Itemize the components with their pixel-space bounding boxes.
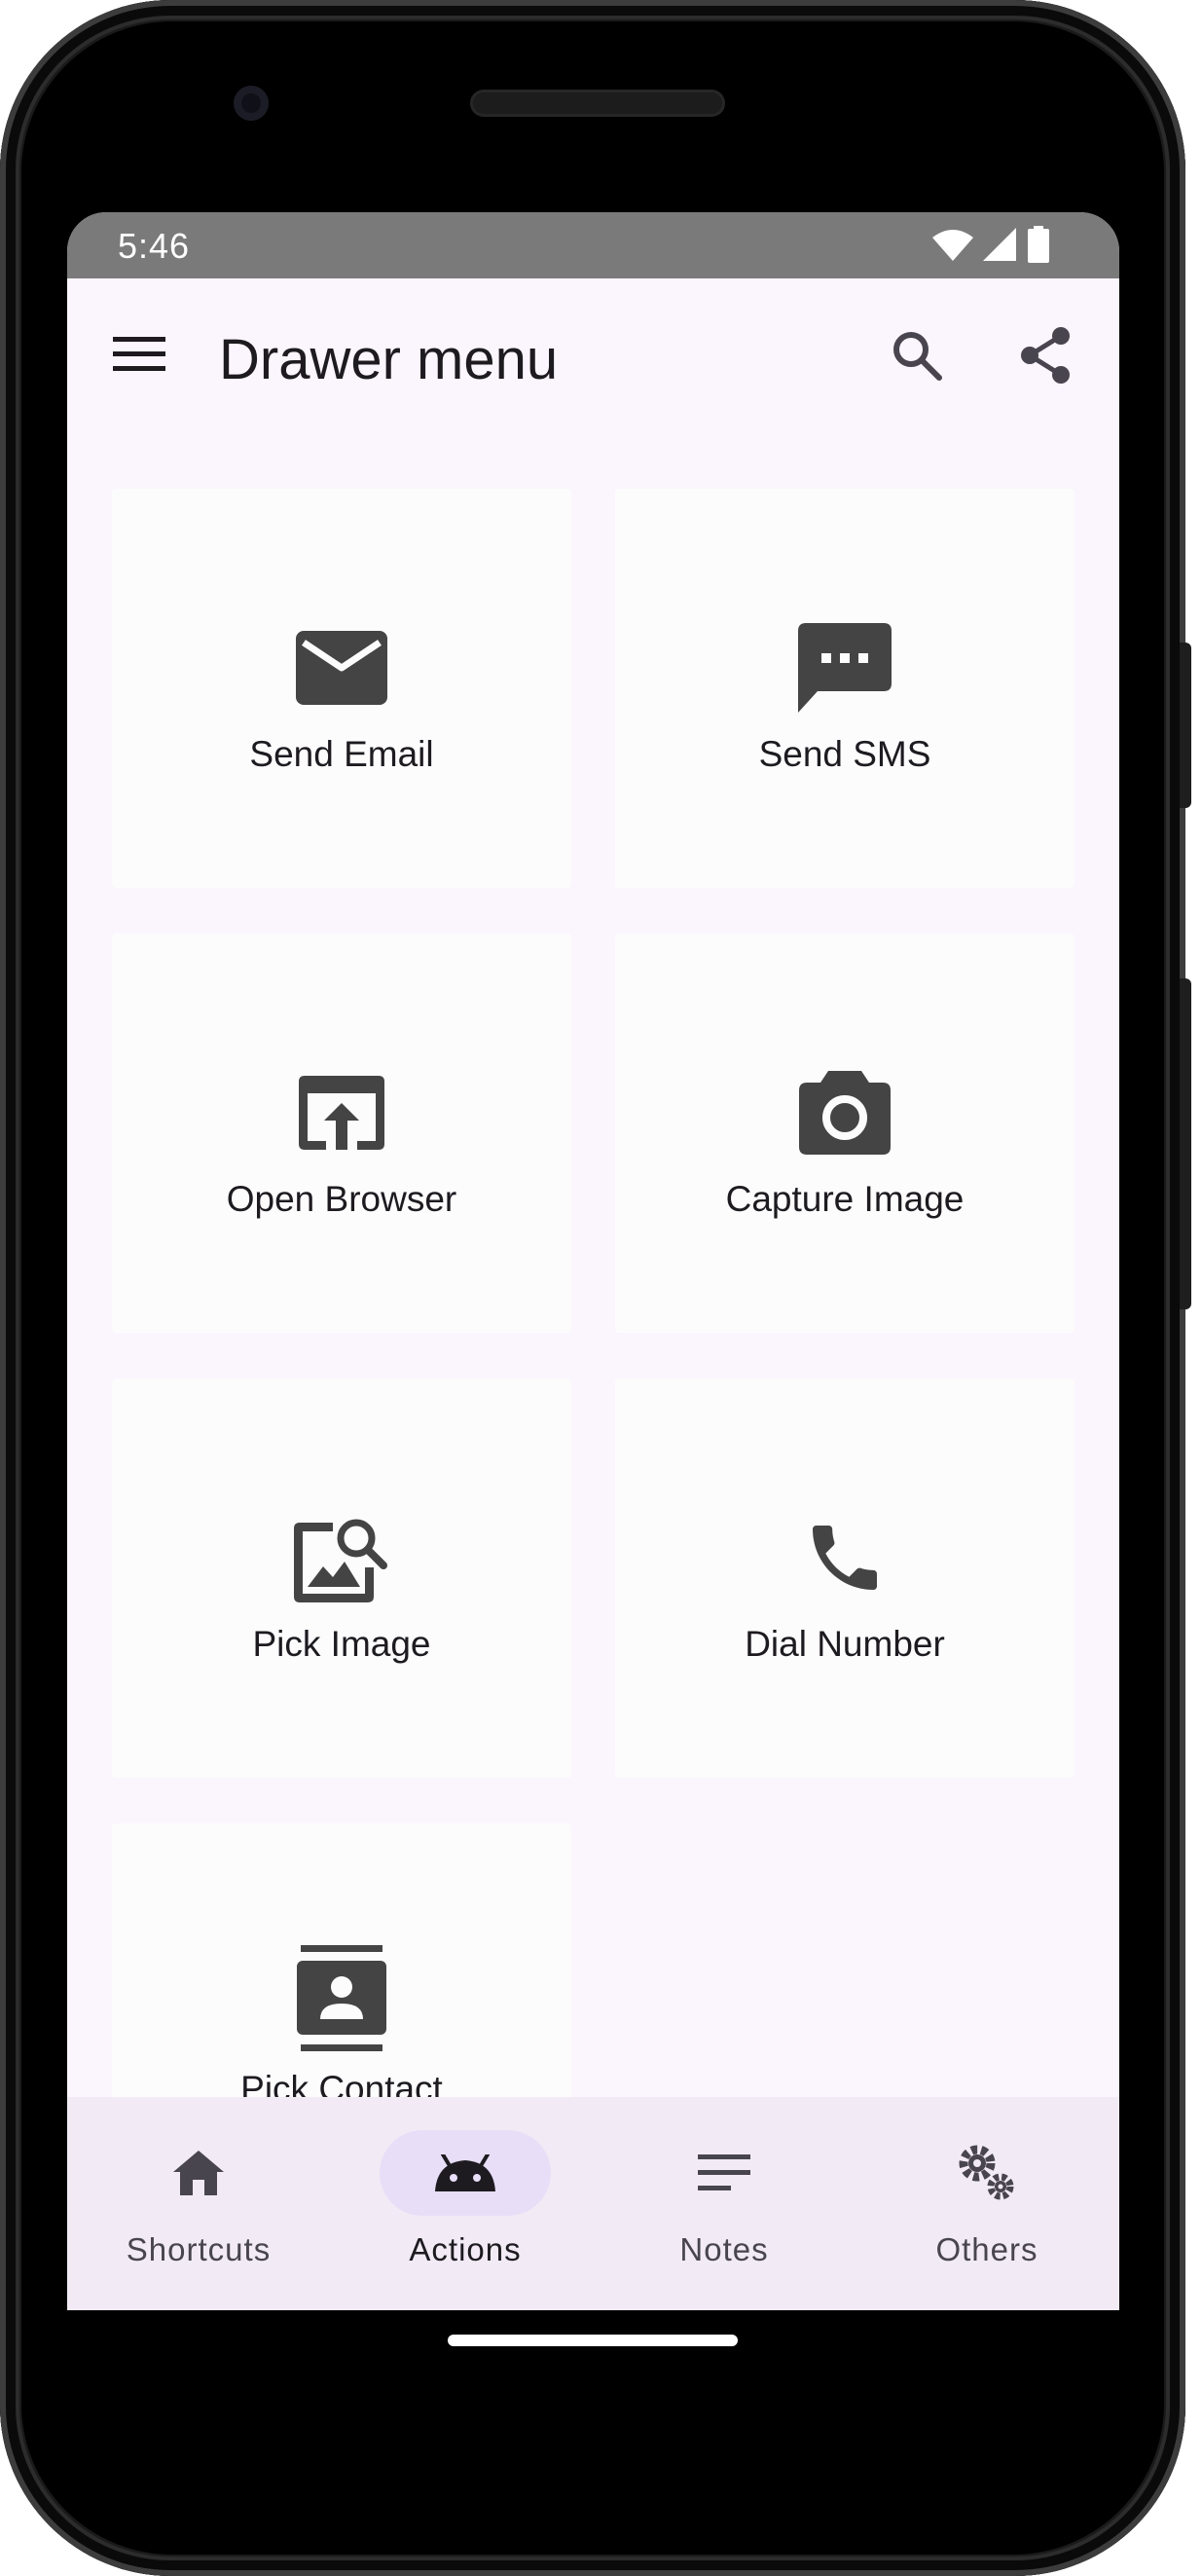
share-button[interactable] xyxy=(1011,321,1079,389)
top-app-bar: Drawer menu xyxy=(67,278,1119,450)
action-label: Pick Image xyxy=(252,1624,431,1664)
home-icon xyxy=(173,2151,224,2195)
action-label: Send Email xyxy=(249,734,434,774)
action-card-dial-number[interactable]: Dial Number xyxy=(615,1379,1075,1778)
nav-label: Notes xyxy=(679,2231,769,2267)
phone-icon xyxy=(615,1507,1075,1608)
power-button xyxy=(1180,643,1191,808)
nav-item-actions[interactable]: Actions xyxy=(334,2097,597,2310)
nav-indicator-active xyxy=(380,2130,551,2216)
nav-item-notes[interactable]: Notes xyxy=(593,2097,856,2310)
nav-item-others[interactable]: Others xyxy=(856,2097,1118,2310)
page-title: Drawer menu xyxy=(219,328,559,391)
contacts-icon xyxy=(112,1940,571,2057)
search-button[interactable] xyxy=(883,321,951,389)
action-card-open-browser[interactable]: Open Browser xyxy=(112,934,571,1333)
menu-button[interactable] xyxy=(110,325,168,384)
notes-icon xyxy=(698,2154,750,2190)
action-card-send-sms[interactable]: Send SMS xyxy=(615,489,1075,888)
camera-icon xyxy=(615,1062,1075,1163)
action-card-send-email[interactable]: Send Email xyxy=(112,489,571,888)
nav-label: Actions xyxy=(409,2231,522,2267)
signal-icon xyxy=(983,228,1016,261)
share-icon xyxy=(1021,327,1070,384)
screen: 5:46 Drawer menu Send Email Send SMS Ope… xyxy=(67,212,1119,2310)
nav-item-shortcuts[interactable]: Shortcuts xyxy=(67,2097,330,2310)
action-card-capture-image[interactable]: Capture Image xyxy=(615,934,1075,1333)
front-camera xyxy=(234,86,269,121)
action-label: Capture Image xyxy=(725,1179,965,1219)
bottom-navigation: Shortcuts Actions Notes Others xyxy=(67,2097,1119,2310)
nav-indicator xyxy=(638,2130,810,2216)
volume-button xyxy=(1180,978,1191,1309)
action-card-pick-image[interactable]: Pick Image xyxy=(112,1379,571,1778)
action-label: Open Browser xyxy=(226,1179,457,1219)
search-icon xyxy=(893,332,942,381)
phone-frame: 5:46 Drawer menu Send Email Send SMS Ope… xyxy=(0,0,1191,2576)
nav-label: Others xyxy=(935,2231,1038,2267)
status-icons xyxy=(932,226,1049,263)
nav-label: Shortcuts xyxy=(126,2231,272,2267)
nav-indicator xyxy=(901,2130,1073,2216)
image-search-icon xyxy=(112,1507,571,1608)
android-icon xyxy=(435,2154,495,2191)
earpiece-speaker xyxy=(470,90,725,117)
menu-icon xyxy=(113,337,165,371)
status-bar: 5:46 xyxy=(67,212,1119,278)
status-time: 5:46 xyxy=(118,226,191,266)
email-icon xyxy=(112,617,571,718)
nav-indicator xyxy=(113,2130,284,2216)
battery-icon xyxy=(1028,226,1049,263)
wifi-icon xyxy=(932,230,973,261)
sms-icon xyxy=(615,617,1075,718)
settings-gears-icon xyxy=(959,2145,1014,2200)
home-indicator[interactable] xyxy=(448,2335,738,2346)
action-label: Dial Number xyxy=(745,1624,945,1664)
open-browser-icon xyxy=(112,1062,571,1163)
action-label: Send SMS xyxy=(758,734,931,774)
